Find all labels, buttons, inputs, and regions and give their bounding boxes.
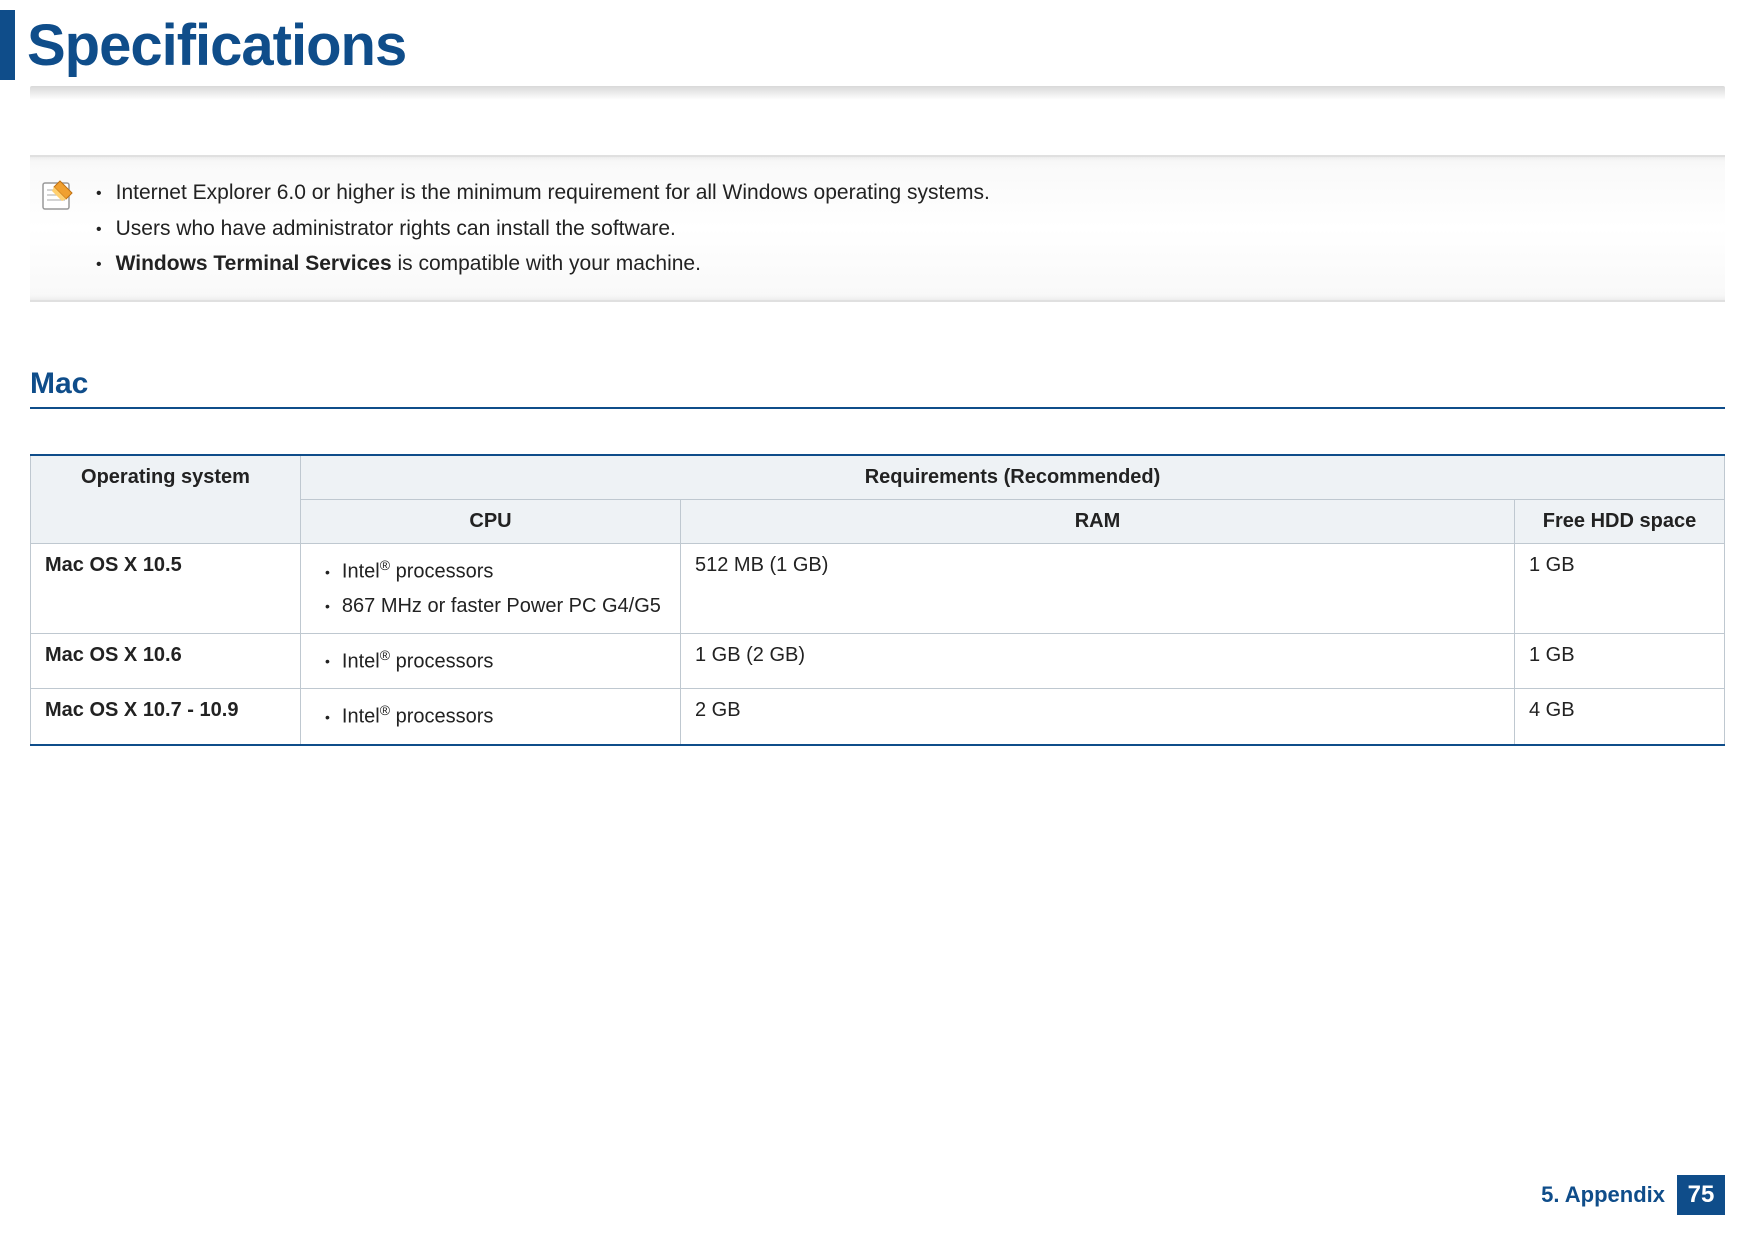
page-footer: 5. Appendix 75 bbox=[1541, 1175, 1725, 1215]
footer-page-number: 75 bbox=[1677, 1175, 1725, 1215]
cell-hdd: 4 GB bbox=[1515, 689, 1725, 745]
cell-ram: 2 GB bbox=[681, 689, 1515, 745]
cpu-item: Intel® processors bbox=[325, 644, 666, 679]
cell-os: Mac OS X 10.6 bbox=[31, 633, 301, 689]
cell-ram: 1 GB (2 GB) bbox=[681, 633, 1515, 689]
cpu-item: 867 MHz or faster Power PC G4/G5 bbox=[325, 589, 666, 623]
table-row: Mac OS X 10.7 - 10.9 Intel® processors 2 G… bbox=[31, 689, 1725, 745]
footer-chapter: 5. Appendix bbox=[1541, 1182, 1665, 1208]
note-item: Users who have administrator rights can … bbox=[96, 211, 990, 247]
cell-cpu: Intel® processors bbox=[301, 689, 681, 745]
note-icon bbox=[40, 177, 76, 213]
title-underline bbox=[30, 86, 1725, 100]
cpu-item: Intel® processors bbox=[325, 699, 666, 734]
spec-table: Operating system Requirements (Recommend… bbox=[30, 454, 1725, 746]
cell-hdd: 1 GB bbox=[1515, 544, 1725, 634]
title-accent-bar bbox=[0, 10, 15, 80]
table-row: Mac OS X 10.5Intel® processors867 MHz or… bbox=[31, 544, 1725, 634]
th-hdd: Free HDD space bbox=[1515, 500, 1725, 544]
note-item: Internet Explorer 6.0 or higher is the m… bbox=[96, 175, 990, 211]
th-os: Operating system bbox=[31, 455, 301, 544]
cell-ram: 512 MB (1 GB) bbox=[681, 544, 1515, 634]
section-heading-mac: Mac bbox=[30, 367, 1725, 409]
cell-os: Mac OS X 10.7 - 10.9 bbox=[31, 689, 301, 745]
cell-hdd: 1 GB bbox=[1515, 633, 1725, 689]
th-cpu: CPU bbox=[301, 500, 681, 544]
note-list: Internet Explorer 6.0 or higher is the m… bbox=[96, 175, 990, 282]
page-header: Specifications bbox=[0, 0, 1755, 80]
cell-os: Mac OS X 10.5 bbox=[31, 544, 301, 634]
note-box: Internet Explorer 6.0 or higher is the m… bbox=[30, 155, 1725, 302]
page-title: Specifications bbox=[27, 12, 406, 79]
th-requirements: Requirements (Recommended) bbox=[301, 455, 1725, 500]
th-ram: RAM bbox=[681, 500, 1515, 544]
cpu-item: Intel® processors bbox=[325, 554, 666, 589]
table-row: Mac OS X 10.6 Intel® processors 1 GB (2 GB… bbox=[31, 633, 1725, 689]
cell-cpu: Intel® processors867 MHz or faster Power… bbox=[301, 544, 681, 634]
content-area: Internet Explorer 6.0 or higher is the m… bbox=[0, 100, 1755, 746]
note-item: Windows Terminal Services is compatible … bbox=[96, 246, 990, 282]
cell-cpu: Intel® processors bbox=[301, 633, 681, 689]
